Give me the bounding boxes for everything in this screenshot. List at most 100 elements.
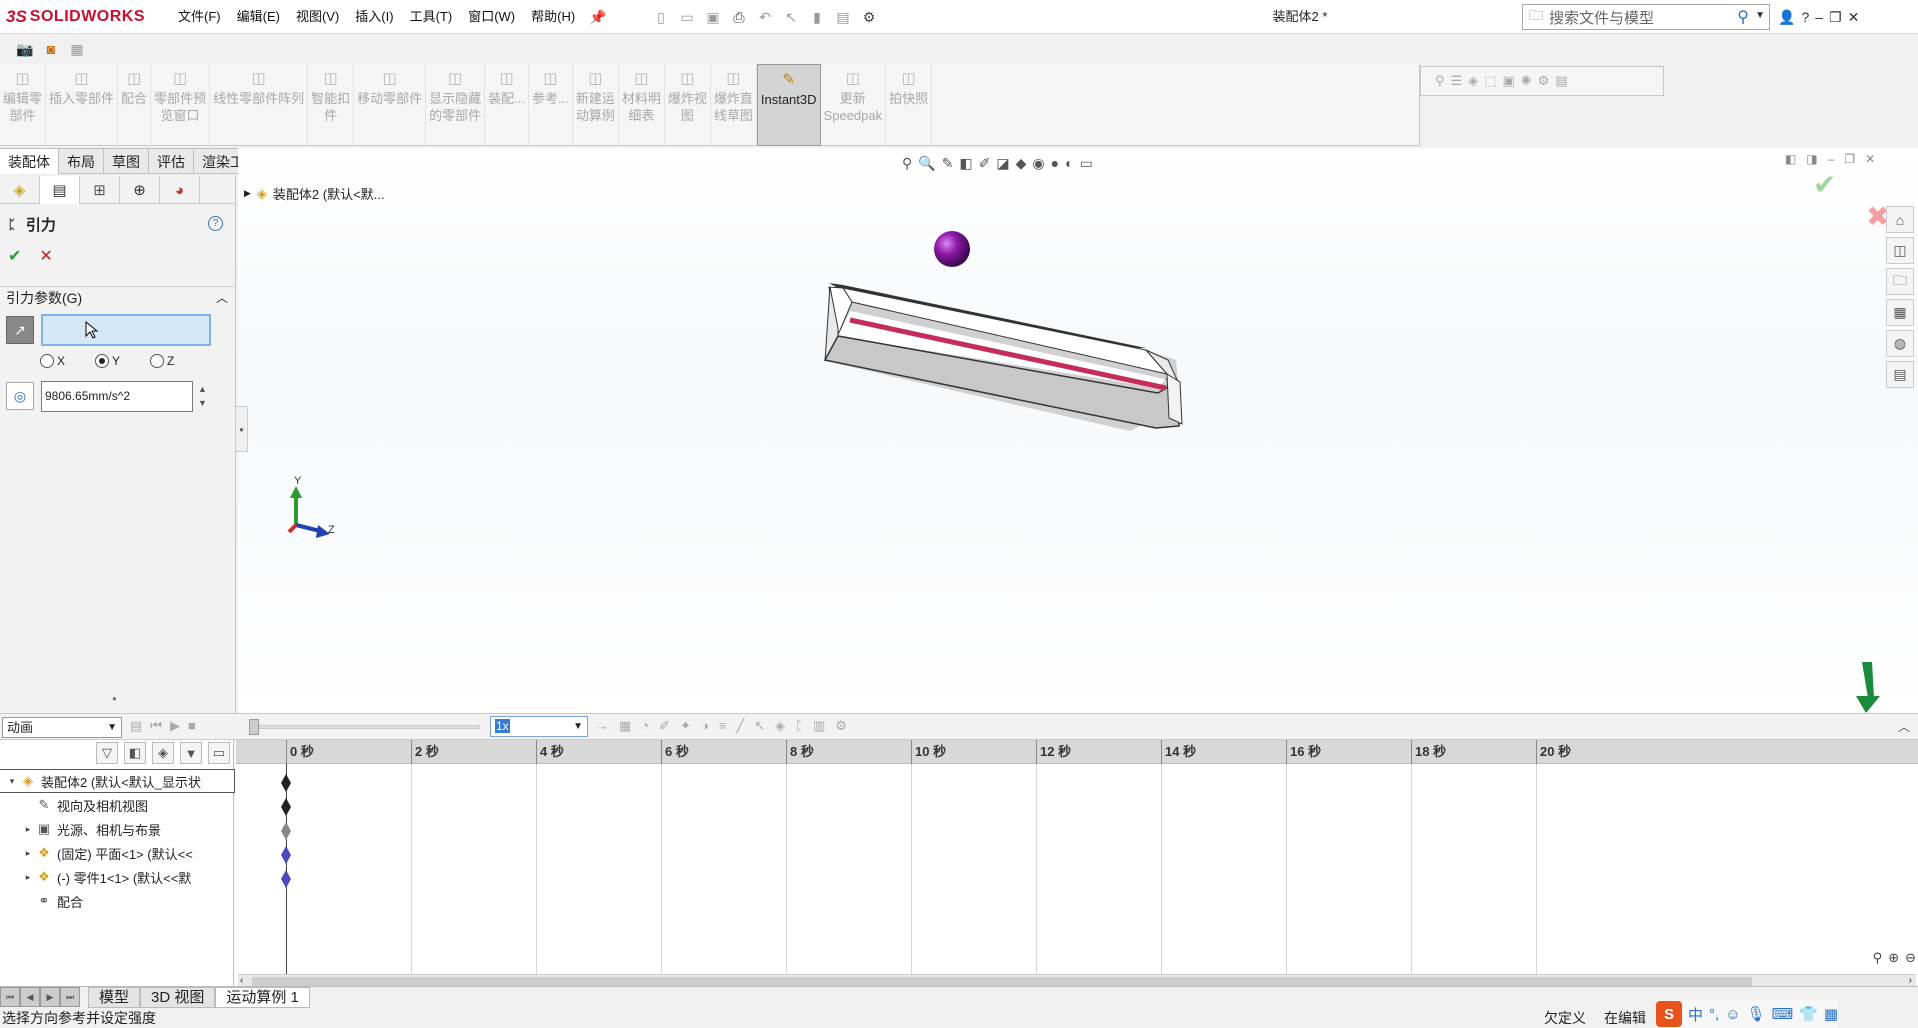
ribbon-button-exploded-view[interactable]: ◫ 爆炸视 图: [665, 64, 711, 146]
tab-1[interactable]: 布局: [59, 148, 104, 174]
first-tab-icon[interactable]: ⏮: [0, 987, 20, 1007]
motion-tree-row[interactable]: ✎ 视向及相机视图: [0, 794, 234, 816]
ribbon-button-component-preview[interactable]: ◫ 零部件预 览窗口: [151, 64, 211, 146]
dynamic-annotation-icon[interactable]: ✐: [979, 155, 991, 172]
select-icon[interactable]: ↖: [780, 6, 802, 28]
scroll-left-icon[interactable]: ‹: [240, 975, 243, 986]
motion-tree-row[interactable]: ▸ ▣ 光源、相机与布景: [0, 818, 234, 840]
expand-toggle-icon[interactable]: ▸: [22, 848, 34, 859]
pin-icon[interactable]: 📌: [589, 9, 606, 26]
contact-icon[interactable]: ◈: [775, 718, 785, 734]
microphone-icon[interactable]: 🎙: [1747, 1005, 1766, 1023]
new-file-icon[interactable]: ▯: [650, 6, 672, 28]
skin-icon[interactable]: 👕: [1799, 1005, 1818, 1023]
close-icon[interactable]: ✕: [1848, 9, 1860, 26]
section-view-icon[interactable]: ◧: [959, 155, 972, 172]
search-icon[interactable]: ⚲: [1737, 7, 1749, 27]
motion-tree-row[interactable]: ▾ ◈ 装配体2 (默认<默认_显示状: [0, 769, 235, 793]
gravity-spinner[interactable]: ▲ ▼: [198, 382, 207, 410]
motion-tree-row[interactable]: ⚭ 配合: [0, 890, 234, 912]
pm-help-icon[interactable]: ?: [208, 216, 223, 231]
expand-toggle-icon[interactable]: ▾: [6, 776, 18, 787]
ribbon-button-reference-geometry[interactable]: ◫ 参考...: [529, 64, 573, 146]
ok-button[interactable]: ✔: [8, 246, 21, 266]
toolbox-icon[interactable]: ▦: [1824, 1005, 1838, 1023]
design-library-icon[interactable]: ◫: [1886, 237, 1914, 264]
keyframe-marker[interactable]: [281, 846, 291, 864]
screen-capture-icon[interactable]: ◙: [40, 38, 62, 60]
direction-reference-icon[interactable]: ↗: [6, 316, 34, 344]
options-gear-icon[interactable]: ⚙: [858, 6, 880, 28]
zoom-out-timeline-icon[interactable]: ⊖: [1905, 950, 1916, 966]
radio-z[interactable]: Z: [150, 354, 174, 368]
view-settings-icon[interactable]: ▭: [1080, 155, 1093, 172]
view-palette-icon[interactable]: ▦: [1886, 299, 1914, 326]
expand-toggle-icon[interactable]: ▸: [22, 872, 34, 883]
last-tab-icon[interactable]: ⏭: [60, 987, 80, 1007]
collapse-motion-icon[interactable]: ︿: [1898, 718, 1910, 735]
menu-view[interactable]: 视图(V): [288, 0, 347, 34]
filter-animated-icon[interactable]: ▽: [96, 742, 118, 764]
ribbon-button-smart-fastener[interactable]: ◫ 智能扣 件: [308, 64, 355, 146]
list-icon[interactable]: ☰: [1451, 73, 1463, 89]
zoom-to-fit-timeline-icon[interactable]: ⚲: [1873, 950, 1883, 966]
timeline-ruler[interactable]: 0 秒 2 秒 4 秒 6 秒 8 秒 10 秒 12 秒 14 秒 16 秒 18 秒 20 秒: [236, 740, 1918, 764]
rebuild-icon[interactable]: ▮: [806, 6, 828, 28]
tab-3[interactable]: 评估: [149, 148, 194, 174]
stop-icon[interactable]: ■: [188, 718, 196, 734]
print-icon[interactable]: ⎙: [728, 6, 750, 28]
ribbon-button-move-component[interactable]: ◫ 移动零部件: [354, 64, 427, 146]
viewport-close-icon[interactable]: ✕: [1865, 152, 1875, 166]
hide-show-icon[interactable]: ◉: [1032, 155, 1044, 172]
panel-collapse-handle[interactable]: ●: [236, 406, 248, 452]
gear-icon[interactable]: ⚙: [1538, 73, 1550, 89]
edit-appearance-icon[interactable]: ●: [1051, 155, 1059, 171]
ribbon-button-new-motion-study[interactable]: ◫ 新建运 动算例: [573, 64, 619, 146]
feature-manager-tab-icon[interactable]: ◈: [0, 176, 40, 204]
playback-mode-icon[interactable]: →: [596, 718, 609, 734]
image-icon[interactable]: ▣: [1502, 73, 1514, 89]
file-explorer-icon[interactable]: 🗀: [1886, 268, 1914, 295]
feature-tree-root[interactable]: 装配体2 (默认<默...: [273, 184, 385, 203]
record-icon[interactable]: ▦: [66, 38, 88, 60]
keyframe-marker[interactable]: [281, 822, 291, 840]
ribbon-button-speedpak[interactable]: ◫ 更新 Speedpak: [821, 64, 887, 146]
radio-z-dot[interactable]: [150, 354, 165, 368]
ribbon-button-assembly-feature[interactable]: ◫ 装配...: [485, 64, 529, 146]
timeline[interactable]: 0 秒2 秒4 秒6 秒8 秒 10 秒 12 秒 14 秒 16 秒 18 秒 20 秒 …: [236, 740, 1918, 994]
gravity-value-input[interactable]: 9806.65mm/s^2: [41, 381, 193, 412]
tab-motion-study-1[interactable]: 运动算例 1: [215, 987, 310, 1008]
configuration-manager-tab-icon[interactable]: ⊞: [80, 176, 120, 204]
ribbon-button-edit-component[interactable]: ◫ 编辑零 部件: [0, 64, 47, 146]
ball-part[interactable]: [934, 231, 970, 267]
study-type-select[interactable]: 动画 ▼: [2, 717, 122, 738]
user-icon[interactable]: 👤: [1778, 9, 1795, 26]
spring-icon[interactable]: ≡: [719, 718, 727, 734]
open-file-icon[interactable]: ▭: [676, 6, 698, 28]
prev-tab-icon[interactable]: ◀: [20, 987, 40, 1007]
zoom-area-icon[interactable]: 🔍: [918, 155, 935, 172]
play-from-start-icon[interactable]: ⏮: [150, 718, 162, 734]
minimize-icon[interactable]: –: [1815, 9, 1823, 25]
property-manager-tab-icon[interactable]: ▤: [40, 176, 80, 204]
save-animation-icon[interactable]: ▦: [619, 718, 631, 734]
menu-file[interactable]: 文件(F): [170, 0, 229, 34]
panel-grip-icon[interactable]: ●: [112, 694, 117, 703]
ribbon-button-mate[interactable]: ◫ 配合: [118, 64, 152, 146]
zoom-to-fit-icon[interactable]: ⚲: [902, 155, 912, 172]
find-icon[interactable]: ⚲: [1435, 73, 1445, 89]
expand-arrow-icon[interactable]: ▶: [244, 188, 251, 199]
spin-up-icon[interactable]: ▲: [198, 382, 207, 396]
menu-tools[interactable]: 工具(T): [402, 0, 461, 34]
search-dropdown-icon[interactable]: ▼: [1755, 10, 1765, 21]
tab-2[interactable]: 草图: [104, 148, 149, 174]
viewport-restore-icon[interactable]: ❐: [1844, 152, 1855, 166]
radio-x-dot[interactable]: [40, 354, 54, 368]
add-key-icon[interactable]: ✦: [680, 718, 691, 734]
next-tab-icon[interactable]: ▶: [40, 987, 60, 1007]
display-manager-tab-icon[interactable]: ◕: [160, 176, 200, 204]
tab-model[interactable]: 模型: [88, 987, 141, 1008]
tab-0[interactable]: 装配体: [0, 148, 59, 174]
ime-mode[interactable]: 中: [1688, 1004, 1703, 1025]
filter-driving-icon[interactable]: ◧: [124, 742, 146, 764]
